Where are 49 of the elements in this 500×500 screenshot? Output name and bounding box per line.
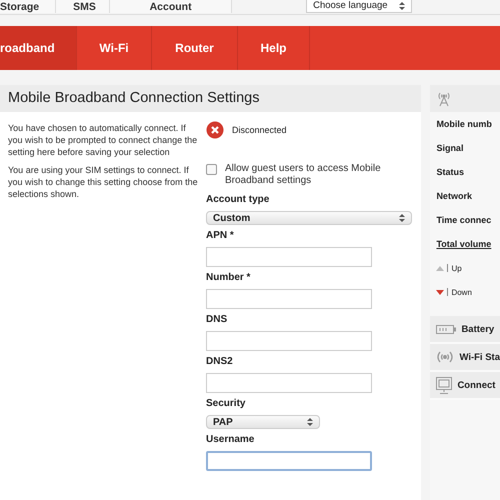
input-field[interactable] [206, 289, 372, 309]
top-tab[interactable]: Storage [0, 0, 56, 13]
nav-tab[interactable]: Wi-Fi [77, 26, 152, 70]
input-field[interactable] [206, 331, 372, 351]
input-field[interactable] [206, 373, 372, 393]
status-label: Status [436, 167, 464, 177]
legend-label: Down [451, 288, 472, 296]
antenna-icon [436, 90, 452, 106]
status-label: Signal [436, 143, 464, 153]
wireless-icon [436, 350, 454, 364]
info-text: You have chosen to automatically connect. If you wish to be prompted to connect change the setting here before saving your selection [8, 122, 198, 158]
down-arrow-icon [436, 290, 444, 294]
connection-status: Disconnected [232, 125, 287, 135]
sidebar-section[interactable]: Wi-Fi Sta [430, 344, 500, 372]
status-label: Network [436, 191, 472, 201]
field-label: Security [206, 397, 246, 411]
stepper-icon [399, 214, 405, 222]
dropdown[interactable]: Custom [206, 211, 412, 225]
nav-tab[interactable]: Help [238, 26, 310, 70]
input-field[interactable] [206, 247, 372, 267]
status-label: Mobile numb [436, 119, 492, 129]
legend-label: Up [451, 264, 462, 272]
status-label: Time connec [436, 215, 492, 225]
top-tab[interactable]: Account [110, 0, 232, 13]
guest-access-checkbox[interactable] [206, 164, 217, 175]
nav-tab[interactable]: Router [152, 26, 238, 70]
field-label: DNS [206, 313, 228, 327]
field-label: Number * [206, 271, 252, 285]
language-select[interactable]: Choose language [306, 0, 412, 13]
info-text: You are using your SIM settings to connect. If you wish to change this setting choose from the selections shown. [8, 164, 199, 200]
dropdown[interactable]: PAP [206, 415, 320, 429]
section-title: Mobile Broadband Connection Settings [0, 85, 422, 112]
stepper-icon [399, 2, 406, 10]
nav-tab[interactable]: roadband [0, 26, 77, 70]
monitor-icon [436, 376, 452, 394]
up-arrow-icon [436, 266, 444, 270]
field-label: Username [206, 433, 256, 447]
field-label: APN * [206, 229, 235, 243]
input-field[interactable] [206, 451, 372, 471]
field-label: DNS2 [206, 355, 234, 369]
error-icon [206, 121, 224, 139]
stepper-icon [307, 418, 313, 426]
total-volume-link[interactable]: Total volume [436, 239, 492, 249]
checkbox-label: Allow guest users to access Mobile Broadband settings [225, 163, 382, 187]
sidebar-section[interactable]: Connect [430, 372, 500, 400]
field-label: Account type [206, 193, 270, 207]
sidebar-section[interactable]: Battery [430, 316, 500, 344]
top-tab[interactable]: SMS [56, 0, 110, 13]
battery-icon [436, 324, 456, 334]
